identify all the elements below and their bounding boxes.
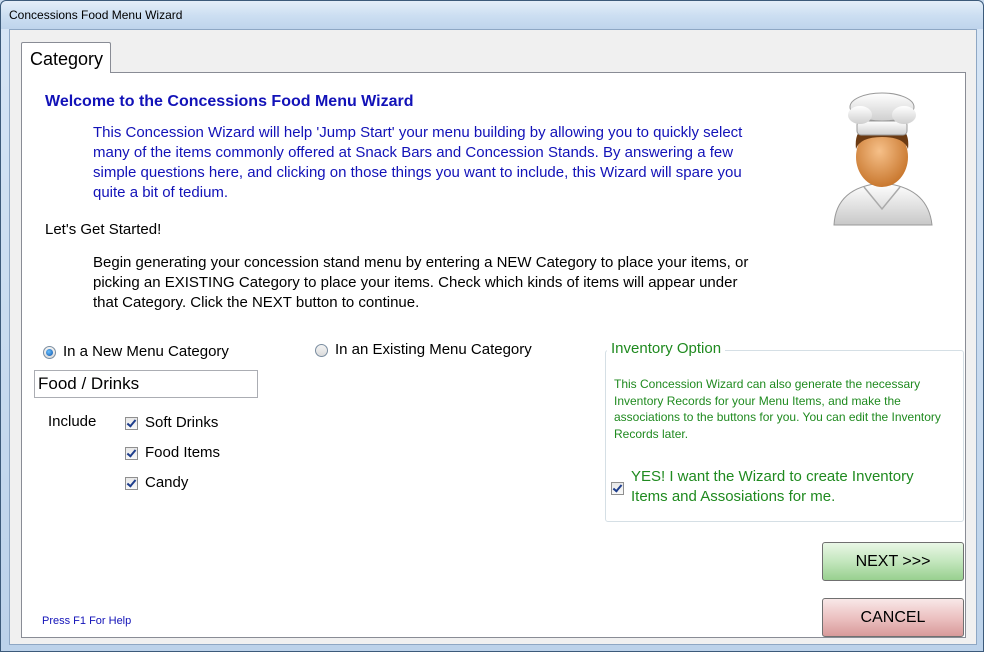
get-started-heading: Let's Get Started! [45, 221, 162, 238]
inventory-option-legend: Inventory Option [607, 340, 726, 357]
next-button[interactable]: NEXT >>> [822, 542, 964, 581]
food-items-checkbox[interactable] [125, 447, 138, 460]
new-category-label[interactable]: In a New Menu Category [63, 343, 229, 360]
category-name-value: Food / Drinks [38, 374, 140, 393]
candy-label[interactable]: Candy [145, 474, 188, 491]
help-hint: Press F1 For Help [42, 615, 132, 627]
candy-checkbox[interactable] [125, 477, 138, 490]
tab-category[interactable]: Category [21, 42, 111, 73]
category-tab-page: Welcome to the Concessions Food Menu Wiz… [21, 72, 966, 638]
create-inventory-checkbox[interactable] [611, 482, 624, 495]
soft-drinks-checkbox[interactable] [125, 417, 138, 430]
welcome-heading: Welcome to the Concessions Food Menu Wiz… [45, 93, 414, 110]
soft-drinks-label[interactable]: Soft Drinks [145, 414, 218, 431]
wizard-window: Concessions Food Menu Wizard Category We… [0, 0, 984, 652]
window-title: Concessions Food Menu Wizard [9, 8, 183, 22]
inventory-option-description: This Concession Wizard can also generate… [614, 377, 941, 441]
create-inventory-label[interactable]: YES! I want the Wizard to create Invento… [631, 467, 951, 507]
food-items-label[interactable]: Food Items [145, 444, 220, 461]
tab-category-label: Category [30, 49, 104, 69]
get-started-text: Begin generating your concession stand m… [93, 254, 749, 311]
chef-avatar-icon [833, 92, 933, 226]
title-bar[interactable]: Concessions Food Menu Wizard [1, 1, 983, 29]
existing-category-label[interactable]: In an Existing Menu Category [335, 341, 532, 358]
include-label: Include [48, 413, 97, 430]
cancel-button[interactable]: CANCEL [822, 598, 964, 637]
new-category-radio[interactable] [43, 346, 56, 359]
client-area: Category Welcome to the Concessions Food… [9, 29, 977, 645]
existing-category-radio[interactable] [315, 344, 328, 357]
category-name-input[interactable]: Food / Drinks [34, 370, 258, 398]
intro-text: This Concession Wizard will help 'Jump S… [93, 124, 743, 201]
